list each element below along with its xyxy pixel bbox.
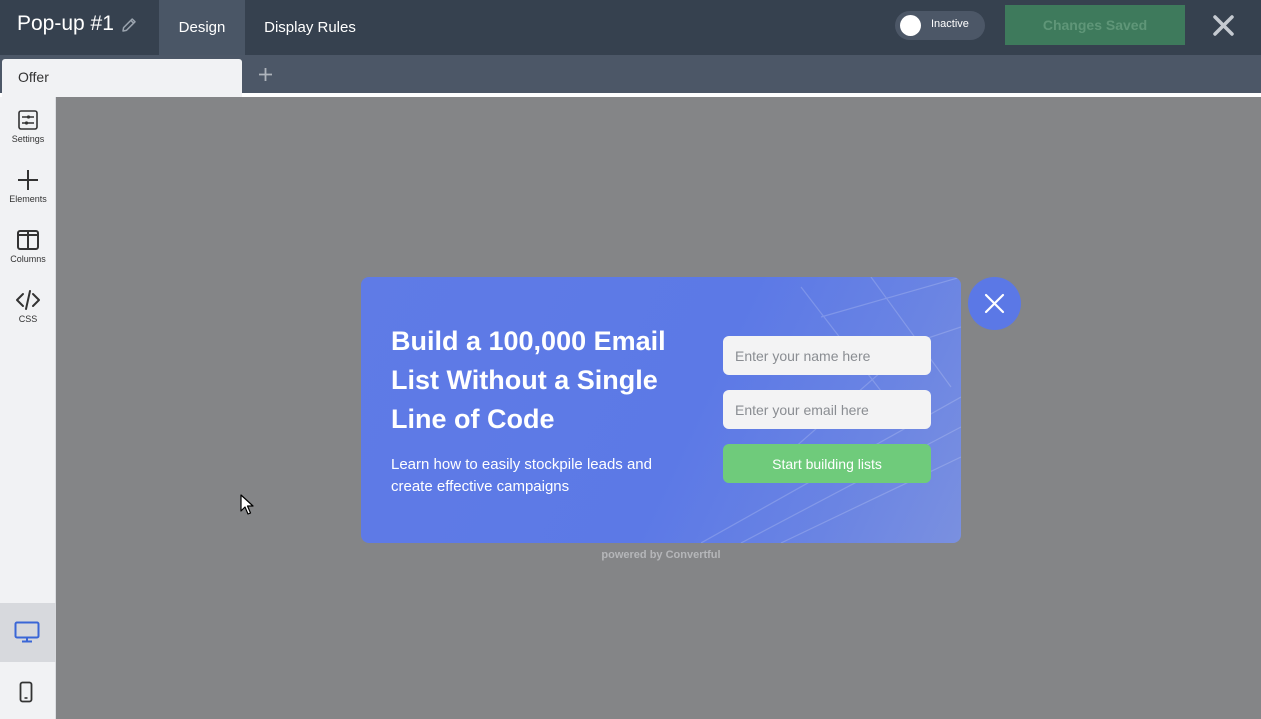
sidebar-item-columns[interactable]: Columns	[0, 229, 56, 264]
popup-close-button[interactable]	[968, 277, 1021, 330]
sidebar-item-elements[interactable]: Elements	[0, 169, 56, 204]
sidebar-item-css[interactable]: CSS	[0, 289, 56, 324]
toggle-label: Inactive	[931, 18, 969, 30]
powered-by-label: powered by Convertful	[601, 549, 721, 561]
mouse-cursor-icon	[240, 494, 254, 515]
tab-display-rules[interactable]: Display Rules	[252, 0, 368, 55]
device-desktop-button[interactable]	[0, 603, 56, 662]
pencil-icon[interactable]	[120, 16, 138, 34]
plus-icon	[18, 170, 38, 190]
columns-icon	[17, 230, 39, 250]
popup-title: Pop-up #1	[17, 12, 114, 35]
name-input[interactable]	[723, 336, 931, 375]
mobile-icon	[19, 681, 33, 703]
status-toggle[interactable]: Inactive	[895, 11, 985, 40]
sidebar-item-label: Settings	[11, 134, 45, 144]
start-building-lists-button[interactable]: Start building lists	[723, 444, 931, 483]
changes-saved-button[interactable]: Changes Saved	[1005, 5, 1185, 45]
page-tab-offer[interactable]: Offer	[2, 59, 242, 97]
sidebar-item-settings[interactable]: Settings	[0, 109, 56, 144]
email-input[interactable]	[723, 390, 931, 429]
add-tab-plus-icon[interactable]	[258, 67, 273, 82]
popup-headline: Build a 100,000 Email List Without a Sin…	[391, 326, 666, 434]
popup-preview[interactable]: Build a 100,000 Email List Without a Sin…	[361, 277, 961, 543]
sidebar-item-label: Elements	[9, 194, 47, 204]
close-icon[interactable]	[1212, 14, 1235, 37]
device-mobile-button[interactable]	[0, 662, 56, 719]
toggle-knob	[900, 15, 921, 36]
top-bar: Pop-up #1 Design Display Rules Inactive …	[0, 0, 1261, 55]
desktop-icon	[14, 621, 40, 643]
close-icon	[984, 293, 1005, 314]
tab-design[interactable]: Design	[159, 0, 245, 55]
code-icon	[16, 290, 40, 310]
sidebar-item-label: Columns	[10, 254, 46, 264]
sidebar-item-label: CSS	[18, 314, 38, 324]
settings-icon	[18, 110, 38, 130]
popup-subtext: Learn how to easily stockpile leads and …	[391, 456, 652, 495]
